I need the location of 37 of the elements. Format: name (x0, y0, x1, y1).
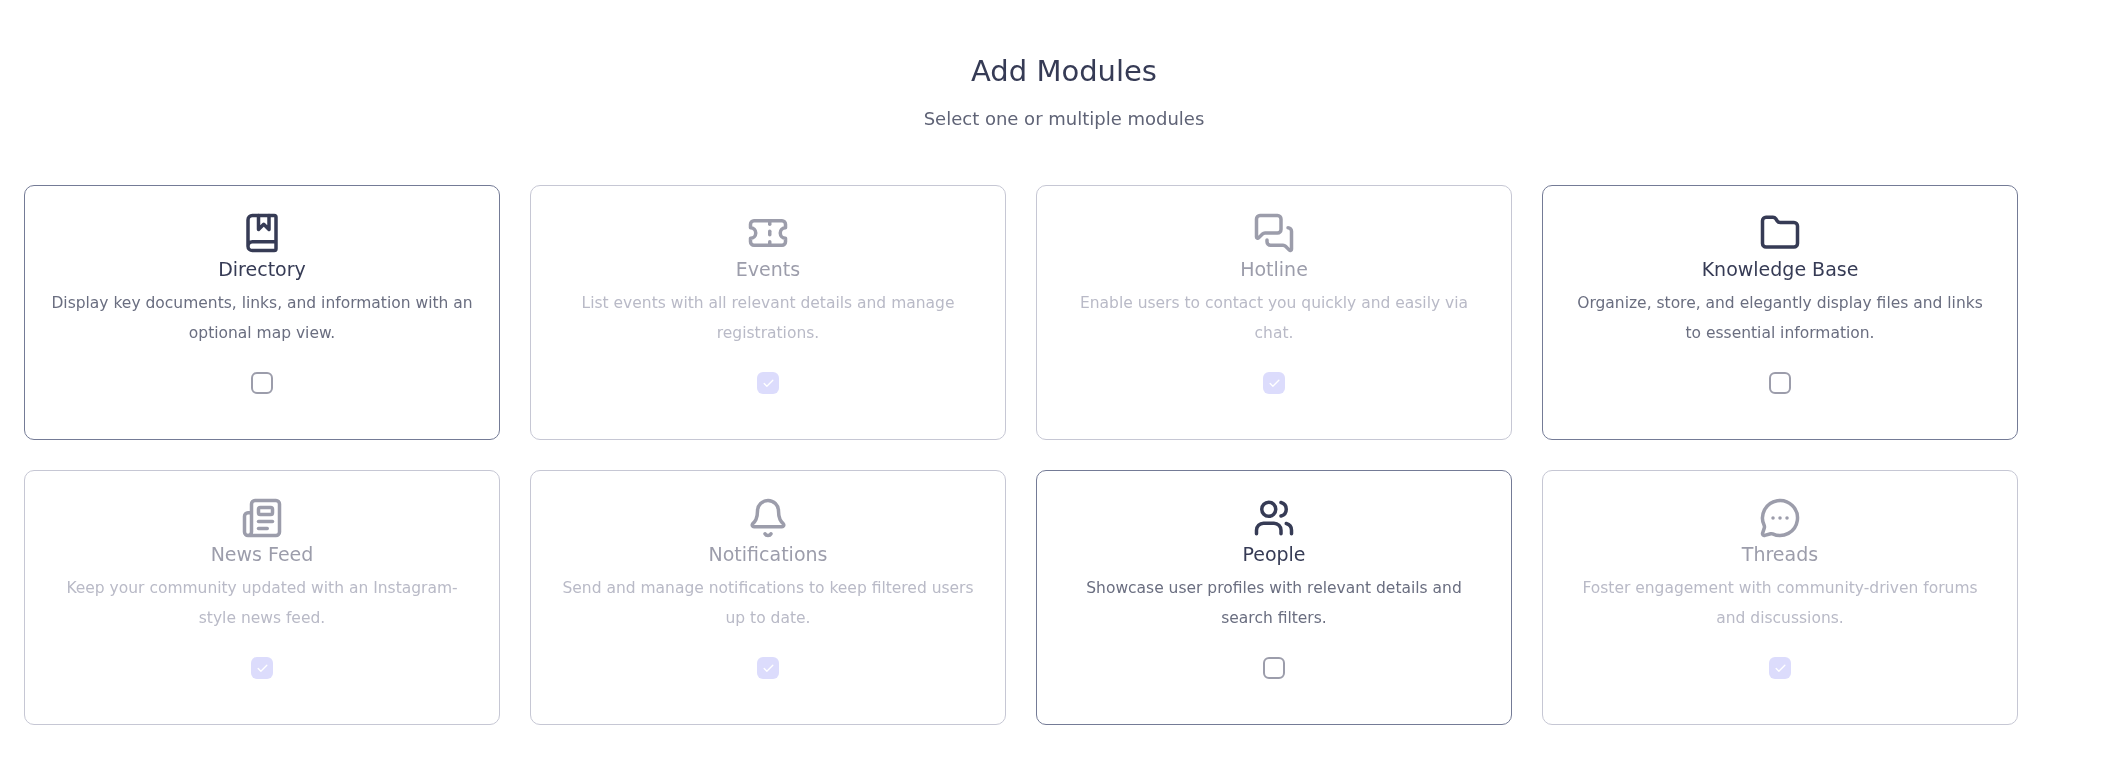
newspaper-icon (241, 497, 283, 539)
module-name: Knowledge Base (1701, 258, 1859, 280)
checkbox[interactable] (757, 657, 779, 679)
module-name: People (1242, 543, 1306, 565)
module-card[interactable]: Knowledge Base Organize, store, and elegantly display files and links to essential information. (1542, 185, 2018, 440)
module-description: Send and manage notifications to keep filtered users up to date. (561, 578, 975, 629)
module-description: List events with all relevant details and manage registrations. (580, 293, 956, 344)
module-card[interactable]: Events List events with all relevant details and manage registrations. (530, 185, 1006, 440)
checkbox[interactable] (251, 372, 273, 394)
module-name: Directory (218, 258, 306, 280)
module-name: News Feed (210, 543, 314, 565)
chat-bubbles-icon (1253, 212, 1295, 254)
module-card[interactable]: Notifications Send and manage notifications to keep filtered users up to date. (530, 470, 1006, 725)
module-description: Display key documents, links, and information with an optional map view. (50, 293, 474, 344)
module-card[interactable]: News Feed Keep your community updated with an Instagram-style news feed. (24, 470, 500, 725)
module-description: Enable users to contact you quickly and easily via chat. (1078, 293, 1470, 344)
module-description: Keep your community updated with an Instagram-style news feed. (65, 578, 459, 629)
checkbox[interactable] (1769, 657, 1791, 679)
page-title: Add Modules (971, 54, 1157, 88)
module-description: Showcase user profiles with relevant details and search filters. (1085, 578, 1463, 629)
checkbox[interactable] (757, 372, 779, 394)
page-subtitle: Select one or multiple modules (923, 108, 1205, 129)
module-name: Events (735, 258, 801, 280)
module-card[interactable]: People Showcase user profiles with relevant details and search filters. (1036, 470, 1512, 725)
module-name: Hotline (1240, 258, 1308, 280)
chat-bubble-icon (1759, 497, 1801, 539)
module-name: Threads (1741, 543, 1819, 565)
checkbox[interactable] (251, 657, 273, 679)
checkbox[interactable] (1769, 372, 1791, 394)
module-name: Notifications (708, 543, 828, 565)
module-card[interactable]: Threads Foster engagement with community-driven forums and discussions. (1542, 470, 2018, 725)
module-description: Foster engagement with community-driven forums and discussions. (1581, 578, 1979, 629)
checkbox[interactable] (1263, 372, 1285, 394)
module-card[interactable]: Hotline Enable users to contact you quickly and easily via chat. (1036, 185, 1512, 440)
checkbox[interactable] (1263, 657, 1285, 679)
module-description: Organize, store, and elegantly display files and links to essential information. (1576, 293, 1984, 344)
module-card[interactable]: Directory Display key documents, links, and information with an optional map view. (24, 185, 500, 440)
